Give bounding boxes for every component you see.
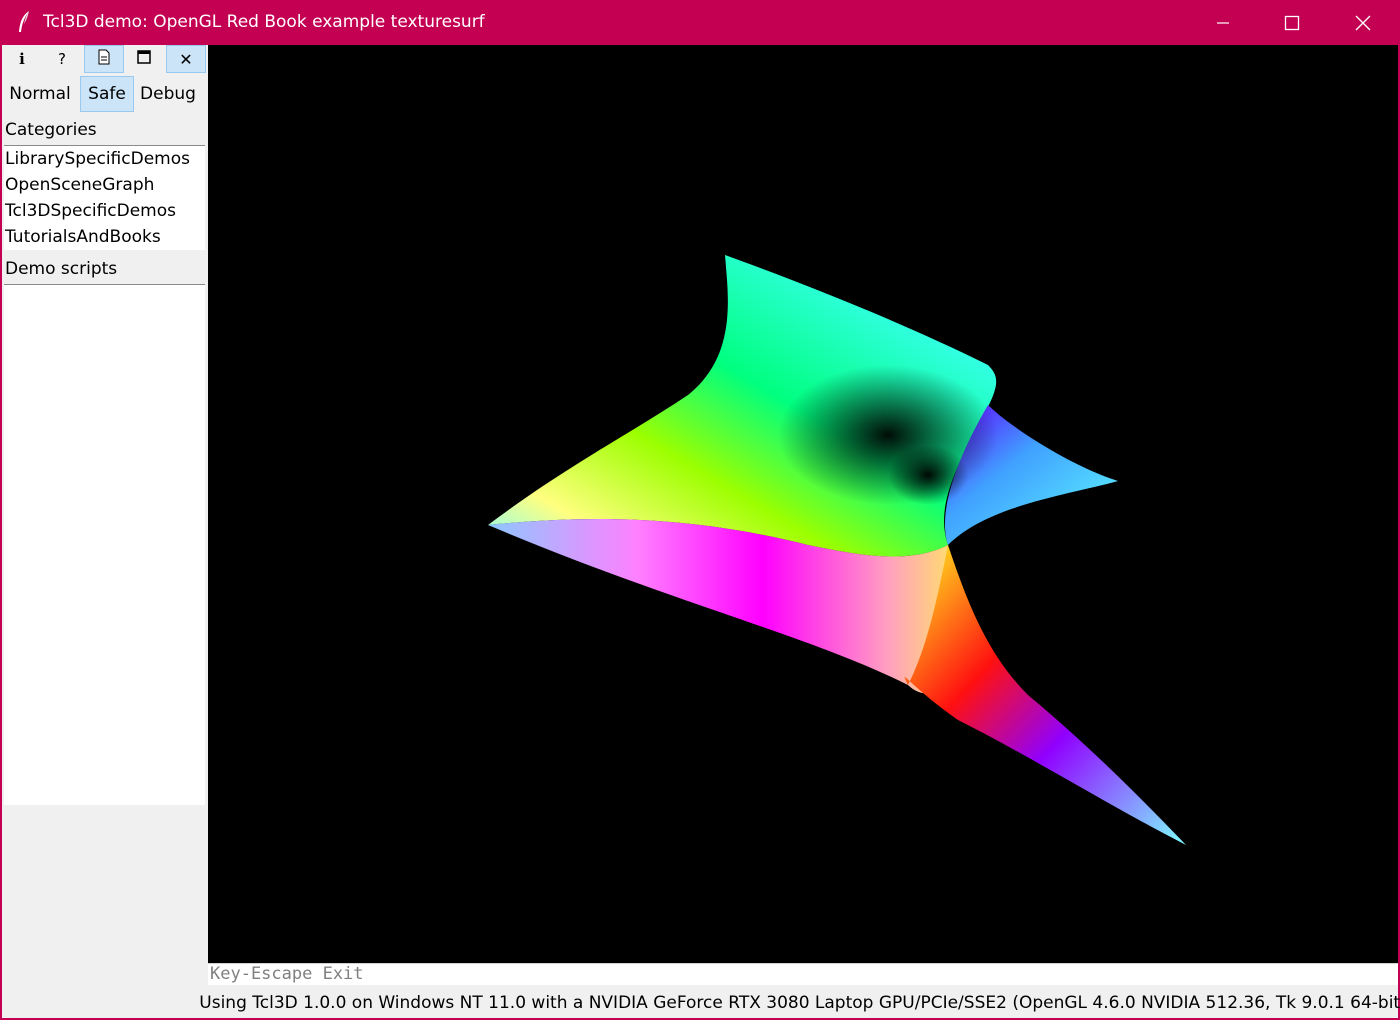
title-bar[interactable]: Tcl3D demo: OpenGL Red Book example text…	[0, 0, 1400, 45]
texture-surface-render	[488, 255, 1186, 845]
exit-button[interactable]: ✕	[166, 45, 206, 73]
left-panel: i ? ✕ Normal Safe Debug Categories Libra…	[2, 45, 208, 1018]
minimize-button[interactable]	[1188, 0, 1258, 45]
help-button[interactable]: ?	[42, 45, 82, 73]
mode-debug-button[interactable]: Debug	[136, 76, 200, 112]
demo-scripts-label: Demo scripts	[5, 259, 118, 279]
fullscreen-button[interactable]	[124, 45, 164, 73]
close-window-button[interactable]	[1328, 0, 1398, 45]
demo-scripts-listbox[interactable]	[4, 284, 205, 805]
minimize-icon	[1216, 16, 1230, 30]
close-icon	[1355, 15, 1371, 31]
opengl-viewport[interactable]	[208, 45, 1398, 963]
info-button[interactable]: i	[2, 45, 42, 73]
app-window: Tcl3D demo: OpenGL Red Book example text…	[0, 0, 1400, 1020]
info-line: Key-Escape Exit	[208, 963, 1398, 985]
maximize-button[interactable]	[1257, 0, 1327, 45]
maximize-icon	[1284, 15, 1300, 31]
status-bar: Using Tcl3D 1.0.0 on Windows NT 11.0 wit…	[199, 992, 1400, 1013]
window-title: Tcl3D demo: OpenGL Red Book example text…	[43, 12, 485, 32]
source-button[interactable]	[84, 45, 124, 73]
list-item[interactable]: OpenSceneGraph	[4, 172, 205, 198]
close-icon: ✕	[179, 49, 193, 69]
window-icon	[137, 50, 151, 68]
info-icon: i	[19, 50, 25, 68]
list-item[interactable]: LibrarySpecificDemos	[4, 146, 205, 172]
mode-normal-button[interactable]: Normal	[2, 76, 78, 112]
main-content: i ? ✕ Normal Safe Debug Categories Libra…	[2, 45, 1400, 1018]
categories-listbox[interactable]: LibrarySpecificDemos OpenSceneGraph Tcl3…	[4, 145, 205, 250]
feather-icon	[16, 10, 32, 34]
list-item[interactable]: Tcl3DSpecificDemos	[4, 198, 205, 224]
help-icon: ?	[58, 50, 66, 68]
document-icon	[97, 49, 111, 69]
list-item[interactable]: TutorialsAndBooks	[4, 224, 205, 250]
mode-safe-button[interactable]: Safe	[80, 76, 134, 112]
categories-label: Categories	[5, 120, 97, 140]
